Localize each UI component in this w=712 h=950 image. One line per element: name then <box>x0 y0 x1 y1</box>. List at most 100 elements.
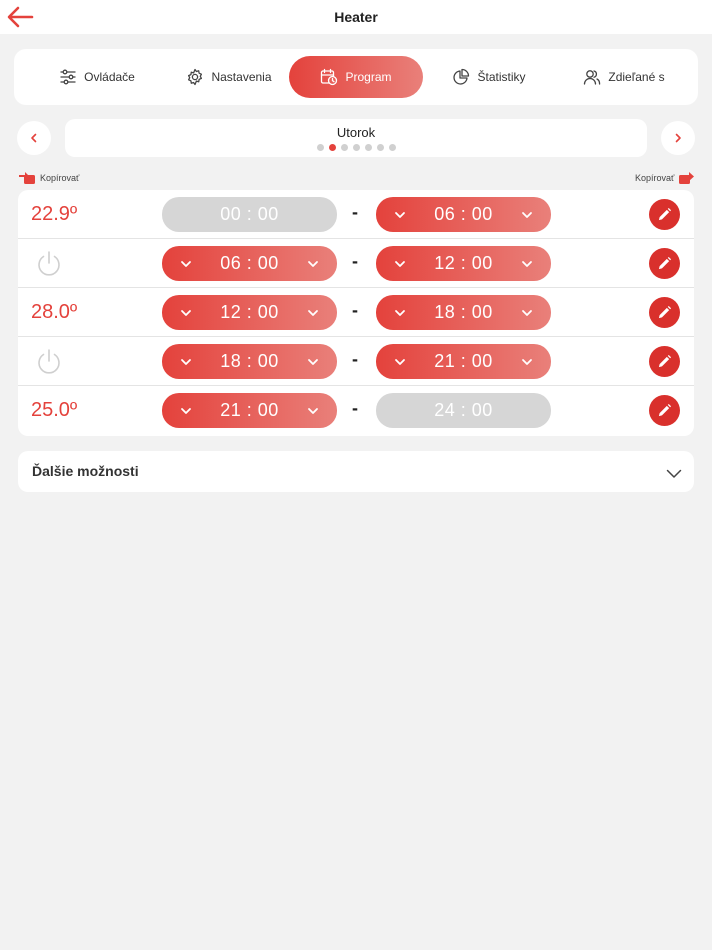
edit-button[interactable] <box>649 248 680 279</box>
end-time: 18 : 00 <box>434 302 493 322</box>
chevron-left-icon <box>31 133 37 143</box>
start-time-picker[interactable]: 21 : 00 <box>162 393 337 428</box>
copy-label: Kopírovať <box>40 173 80 183</box>
chevron-down-icon <box>181 260 191 267</box>
temperature-value: 28.0º <box>31 301 78 323</box>
edit-button[interactable] <box>649 199 680 230</box>
day-pager-dots <box>65 144 647 151</box>
chevron-down-icon <box>395 358 405 365</box>
more-options-expander[interactable]: Ďalšie možnosti <box>18 451 694 492</box>
more-options-label: Ďalšie možnosti <box>32 463 139 479</box>
power-off-icon <box>38 251 60 276</box>
chevron-down-icon <box>522 211 532 218</box>
end-time: 24 : 00 <box>434 400 493 420</box>
start-time-disabled: 00 : 00 <box>162 197 337 232</box>
schedule-row: 25.0º 21 : 00 - 24 : 00 <box>18 386 694 435</box>
top-bar: Heater <box>0 0 712 34</box>
next-day-button[interactable] <box>661 121 695 155</box>
chevron-down-icon <box>181 358 191 365</box>
gear-icon <box>188 68 203 86</box>
chevron-down-icon <box>308 358 318 365</box>
sliders-icon <box>60 69 76 85</box>
tab-settings[interactable]: Nastavenia <box>164 56 294 98</box>
chevron-down-icon <box>522 358 532 365</box>
time-separator: - <box>352 202 358 222</box>
pencil-icon <box>658 207 672 221</box>
start-time-picker[interactable]: 12 : 00 <box>162 295 337 330</box>
copy-to-next-button[interactable]: Kopírovať <box>635 171 696 185</box>
time-separator: - <box>352 349 358 369</box>
chevron-down-icon <box>308 309 318 316</box>
tab-statistics[interactable]: Štatistiky <box>424 56 554 98</box>
edit-button[interactable] <box>649 346 680 377</box>
copy-label: Kopírovať <box>635 173 675 183</box>
pager-dot-active[interactable] <box>328 144 336 151</box>
tab-program[interactable]: Program <box>289 56 423 98</box>
chevron-down-icon <box>181 407 191 414</box>
end-time: 21 : 00 <box>434 351 493 371</box>
tab-bar: Ovládače Nastavenia Program Štatistiky Z… <box>14 49 698 105</box>
schedule-row: 22.9º 00 : 00 - 06 : 00 <box>18 190 694 239</box>
chevron-down-icon <box>308 260 318 267</box>
chevron-down-icon <box>666 469 682 478</box>
schedule-row: 06 : 00 - 12 : 00 <box>18 239 694 288</box>
chevron-down-icon <box>395 260 405 267</box>
users-icon <box>584 70 601 85</box>
pie-chart-icon <box>453 68 470 85</box>
pager-dot[interactable] <box>352 144 360 151</box>
page-title: Heater <box>334 9 378 25</box>
tab-label: Program <box>345 70 392 84</box>
chevron-down-icon <box>522 309 532 316</box>
end-time: 06 : 00 <box>434 204 493 224</box>
calendar-clock-icon <box>321 68 338 86</box>
time-separator: - <box>352 251 358 271</box>
tab-shared[interactable]: Zdieľané s <box>559 56 689 98</box>
pager-dot[interactable] <box>364 144 372 151</box>
start-time: 21 : 00 <box>220 400 279 420</box>
start-time-picker[interactable]: 18 : 00 <box>162 344 337 379</box>
schedule-row: 28.0º 12 : 00 - 18 : 00 <box>18 288 694 337</box>
end-time-picker[interactable]: 12 : 00 <box>376 246 551 281</box>
power-off-icon <box>38 349 60 374</box>
chevron-down-icon <box>181 309 191 316</box>
chevron-down-icon <box>308 407 318 414</box>
start-time: 06 : 00 <box>220 253 279 273</box>
end-time: 12 : 00 <box>434 253 493 273</box>
day-name: Utorok <box>336 125 376 140</box>
start-time: 18 : 00 <box>220 351 279 371</box>
start-time: 12 : 00 <box>220 302 279 322</box>
day-selector: Utorok <box>65 119 647 157</box>
tab-label: Ovládače <box>84 70 135 84</box>
tab-controls[interactable]: Ovládače <box>32 56 162 98</box>
end-time-picker[interactable]: 18 : 00 <box>376 295 551 330</box>
copy-right-icon <box>679 172 695 184</box>
start-time-picker[interactable]: 06 : 00 <box>162 246 337 281</box>
copy-from-previous-button[interactable]: Kopírovať <box>18 171 79 185</box>
schedule-row: 18 : 00 - 21 : 00 <box>18 337 694 386</box>
chevron-right-icon <box>675 133 681 143</box>
temperature-value: 22.9º <box>31 203 78 225</box>
edit-button[interactable] <box>649 297 680 328</box>
start-time: 00 : 00 <box>220 204 279 224</box>
end-time-disabled: 24 : 00 <box>376 393 551 428</box>
tab-label: Štatistiky <box>477 70 526 84</box>
tab-label: Nastavenia <box>211 70 272 84</box>
previous-day-button[interactable] <box>17 121 51 155</box>
pencil-icon <box>658 403 672 417</box>
pencil-icon <box>658 354 672 368</box>
pager-dot[interactable] <box>376 144 384 151</box>
pencil-icon <box>658 256 672 270</box>
copy-left-icon <box>19 172 35 184</box>
time-separator: - <box>352 398 358 418</box>
time-separator: - <box>352 300 358 320</box>
chevron-down-icon <box>395 211 405 218</box>
pager-dot[interactable] <box>316 144 324 151</box>
schedule-table: 22.9º 00 : 00 - 06 : 00 06 : 00 - 12 : 0… <box>18 190 694 436</box>
end-time-picker[interactable]: 06 : 00 <box>376 197 551 232</box>
tab-label: Zdieľané s <box>608 70 665 84</box>
edit-button[interactable] <box>649 395 680 426</box>
end-time-picker[interactable]: 21 : 00 <box>376 344 551 379</box>
pager-dot[interactable] <box>388 144 396 151</box>
pager-dot[interactable] <box>340 144 348 151</box>
temperature-value: 25.0º <box>31 399 78 421</box>
